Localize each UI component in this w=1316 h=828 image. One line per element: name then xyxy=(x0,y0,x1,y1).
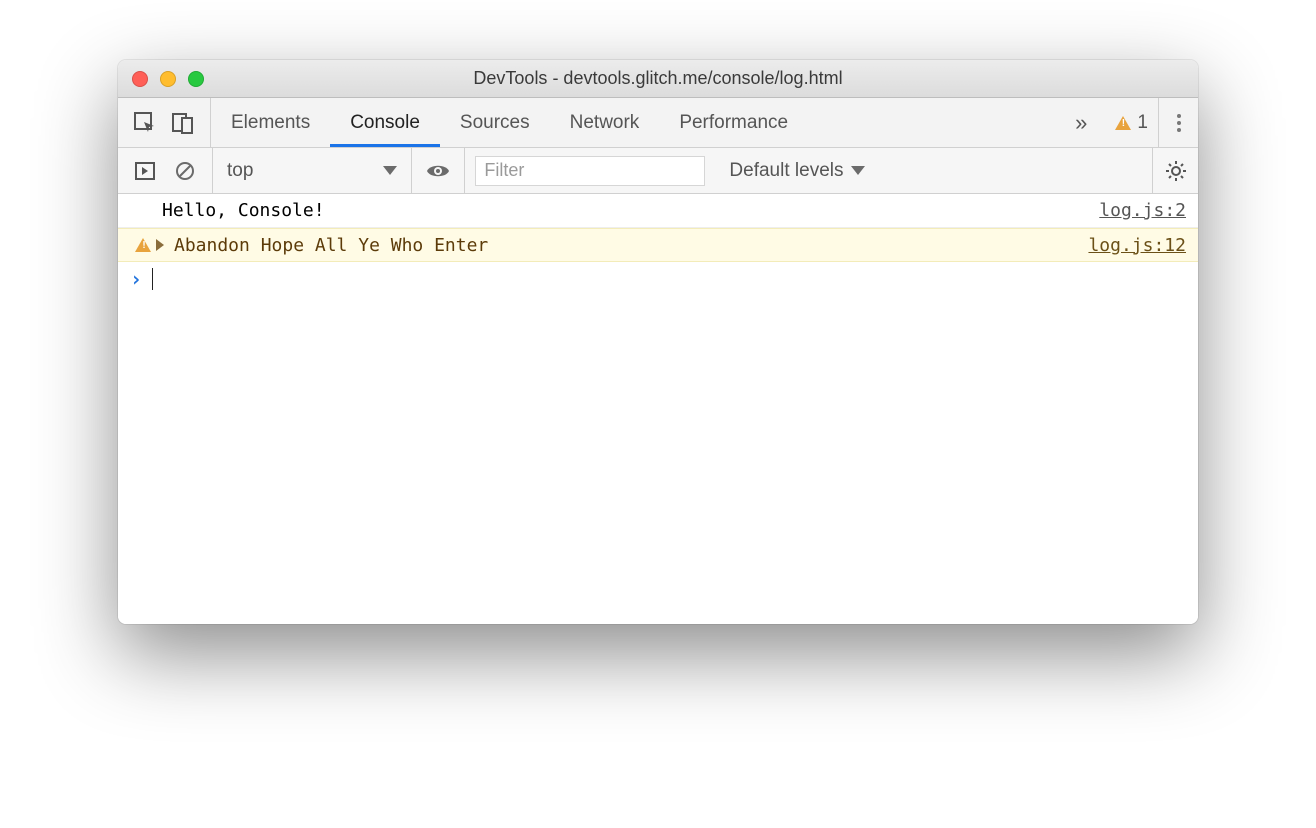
log-gutter xyxy=(130,238,156,252)
warnings-count-badge[interactable]: 1 xyxy=(1105,98,1158,147)
warning-count: 1 xyxy=(1137,112,1148,134)
console-log-line: Hello, Console! log.js:2 xyxy=(118,194,1198,228)
main-tabs-row: Elements Console Sources Network Perform… xyxy=(118,98,1198,148)
traffic-lights xyxy=(118,71,204,87)
window-title: DevTools - devtools.glitch.me/console/lo… xyxy=(118,68,1198,89)
clear-console-icon[interactable] xyxy=(172,158,198,184)
live-expression-button[interactable] xyxy=(412,148,465,193)
console-sidebar-controls xyxy=(118,148,213,193)
console-toolbar: top Default levels xyxy=(118,148,1198,194)
filter-input[interactable] xyxy=(475,156,705,186)
eye-icon xyxy=(426,162,450,180)
log-levels-select[interactable]: Default levels xyxy=(715,160,1152,182)
zoom-window-button[interactable] xyxy=(188,71,204,87)
log-message: Hello, Console! xyxy=(156,200,1099,221)
tab-performance[interactable]: Performance xyxy=(659,98,808,147)
log-message: Abandon Hope All Ye Who Enter xyxy=(168,235,1088,256)
console-output: Hello, Console! log.js:2 Abandon Hope Al… xyxy=(118,194,1198,624)
titlebar: DevTools - devtools.glitch.me/console/lo… xyxy=(118,60,1198,98)
settings-menu-button[interactable] xyxy=(1158,98,1198,147)
panel-tabs: Elements Console Sources Network Perform… xyxy=(211,98,1057,147)
filter-input-wrapper xyxy=(475,156,705,186)
tab-network[interactable]: Network xyxy=(550,98,660,147)
warning-icon xyxy=(135,238,151,252)
log-source-link[interactable]: log.js:2 xyxy=(1099,200,1186,221)
inspect-tools xyxy=(118,98,211,147)
log-source-link[interactable]: log.js:12 xyxy=(1088,235,1186,256)
chevron-double-right-icon: » xyxy=(1075,110,1087,136)
tab-console[interactable]: Console xyxy=(330,98,440,147)
minimize-window-button[interactable] xyxy=(160,71,176,87)
inspect-element-icon[interactable] xyxy=(132,110,158,136)
chevron-down-icon xyxy=(383,166,397,175)
toggle-sidebar-icon[interactable] xyxy=(132,158,158,184)
console-settings-button[interactable] xyxy=(1152,148,1198,193)
gear-icon xyxy=(1165,160,1187,182)
device-toolbar-icon[interactable] xyxy=(170,110,196,136)
tab-elements[interactable]: Elements xyxy=(211,98,330,147)
tabs-overflow-button[interactable]: » xyxy=(1057,98,1105,147)
chevron-down-icon xyxy=(851,166,865,175)
execution-context-select[interactable]: top xyxy=(213,148,412,193)
kebab-icon xyxy=(1177,114,1181,132)
expand-arrow-icon[interactable] xyxy=(156,239,164,251)
close-window-button[interactable] xyxy=(132,71,148,87)
input-caret xyxy=(152,268,153,290)
context-label: top xyxy=(227,160,253,182)
console-warn-line: Abandon Hope All Ye Who Enter log.js:12 xyxy=(118,228,1198,262)
devtools-window: DevTools - devtools.glitch.me/console/lo… xyxy=(118,60,1198,624)
prompt-chevron-icon: › xyxy=(130,267,142,291)
console-prompt[interactable]: › xyxy=(118,262,1198,296)
tab-sources[interactable]: Sources xyxy=(440,98,550,147)
warning-icon xyxy=(1115,116,1131,130)
levels-label: Default levels xyxy=(729,160,843,182)
